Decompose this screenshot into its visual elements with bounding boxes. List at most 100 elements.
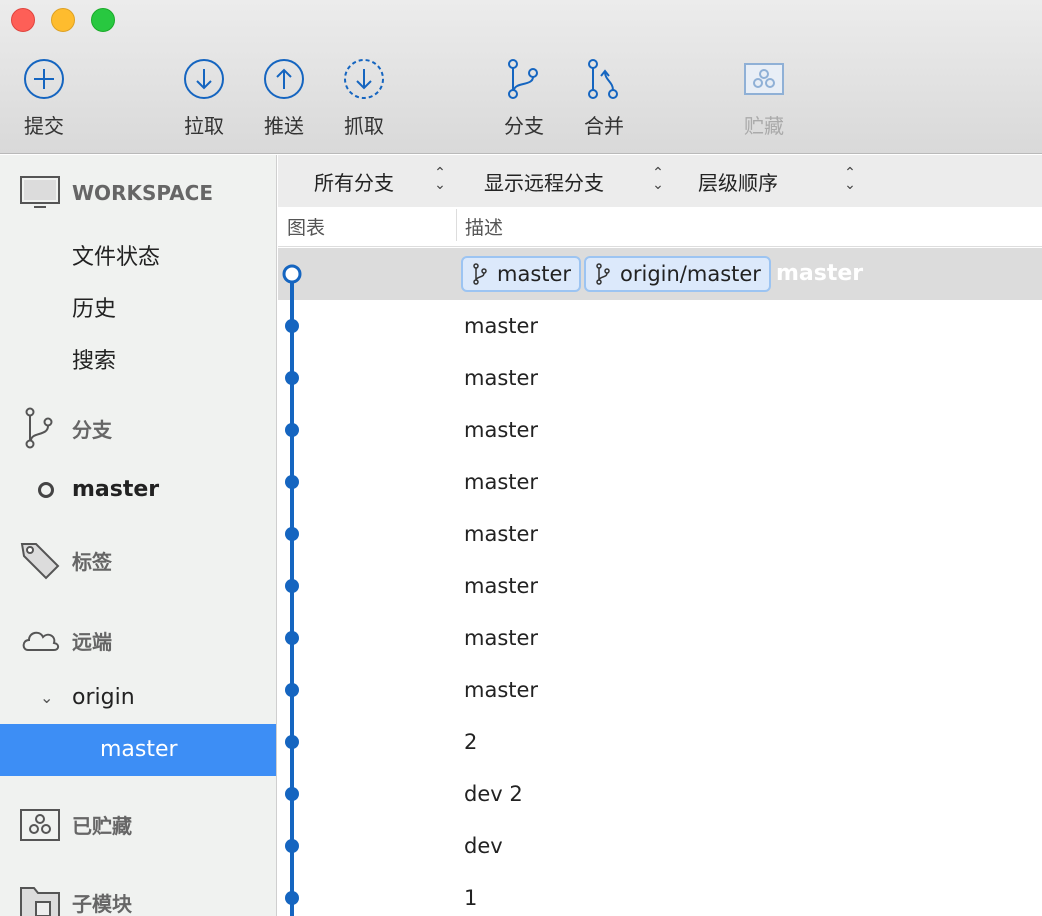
chevron-updown-icon[interactable]: ⌃ ⌄ bbox=[842, 166, 858, 192]
commit-row[interactable]: master bbox=[278, 300, 1042, 352]
monitor-icon bbox=[20, 176, 60, 208]
sidebar-item-origin[interactable]: ⌄ origin bbox=[40, 685, 135, 710]
commit-button[interactable]: 提交 bbox=[4, 56, 84, 139]
workspace-label: WORKSPACE bbox=[72, 181, 214, 205]
chevron-updown-icon[interactable]: ⌃ ⌄ bbox=[432, 166, 448, 192]
local-branch-label: master bbox=[72, 477, 160, 502]
commit-node bbox=[285, 735, 299, 749]
remote-branch-label: master bbox=[100, 737, 178, 762]
commit-row[interactable]: master bbox=[278, 612, 1042, 664]
pull-button[interactable]: 拉取 bbox=[164, 56, 244, 139]
fetch-button[interactable]: 抓取 bbox=[324, 56, 404, 139]
folder-icon bbox=[20, 887, 60, 916]
merge-label: 合并 bbox=[584, 114, 624, 138]
commit-message: dev 2 bbox=[464, 782, 523, 806]
commit-list: master origin/master master master maste… bbox=[278, 248, 1042, 916]
sidebar: WORKSPACE 文件状态 历史 搜索 分支 master 标签 远端 ⌄ o… bbox=[0, 155, 277, 916]
branch-button[interactable]: 分支 bbox=[484, 56, 564, 139]
commit-row[interactable]: master bbox=[278, 456, 1042, 508]
order-filter-select[interactable]: 层级顺序 bbox=[698, 167, 778, 196]
sidebar-item-local-master[interactable]: master bbox=[38, 477, 159, 502]
column-header: 图表 描述 bbox=[278, 207, 1042, 247]
close-window-button[interactable] bbox=[11, 8, 35, 32]
sidebar-item-search[interactable]: 搜索 bbox=[72, 343, 116, 375]
commit-graph bbox=[282, 264, 302, 916]
commit-row[interactable]: master bbox=[278, 664, 1042, 716]
stashes-label: 已贮藏 bbox=[72, 813, 132, 838]
commit-row[interactable]: 1 bbox=[278, 872, 1042, 916]
commit-row[interactable]: 2 bbox=[278, 716, 1042, 768]
commit-node bbox=[285, 683, 299, 697]
stash-icon bbox=[744, 63, 784, 95]
branch-icon bbox=[25, 407, 53, 449]
branch-icon bbox=[508, 59, 538, 99]
arrow-down-dashed-circle-icon bbox=[344, 59, 384, 99]
commit-label: 提交 bbox=[24, 114, 64, 138]
commit-message: master bbox=[464, 418, 539, 442]
chevron-down-icon[interactable]: ⌄ bbox=[40, 688, 60, 707]
commit-row[interactable]: dev bbox=[278, 820, 1042, 872]
push-button[interactable]: 推送 bbox=[244, 56, 324, 139]
commit-message: 1 bbox=[464, 886, 478, 910]
cloud-icon bbox=[22, 631, 60, 651]
stash-icon bbox=[20, 809, 60, 841]
current-branch-icon bbox=[38, 481, 54, 498]
tag-icon bbox=[20, 543, 60, 580]
zoom-window-button[interactable] bbox=[91, 8, 115, 32]
sidebar-remotes-header[interactable]: 远端 bbox=[18, 618, 112, 662]
commit-row[interactable]: dev 2 bbox=[278, 768, 1042, 820]
plus-circle-icon bbox=[24, 59, 64, 99]
commit-node bbox=[285, 527, 299, 541]
commit-message: 2 bbox=[464, 730, 478, 754]
chevron-updown-icon[interactable]: ⌃ ⌄ bbox=[650, 166, 666, 192]
filter-bar: 所有分支 ⌃ ⌄ 显示远程分支 ⌃ ⌄ 层级顺序 ⌃ ⌄ bbox=[278, 155, 1042, 207]
branch-badge-master[interactable]: master bbox=[461, 256, 582, 292]
commit-message: master bbox=[776, 261, 864, 286]
commit-node bbox=[285, 423, 299, 437]
commit-message: master bbox=[464, 470, 539, 494]
arrow-down-circle-icon bbox=[184, 59, 224, 99]
commit-row[interactable]: master bbox=[278, 352, 1042, 404]
branch-filter-select[interactable]: 所有分支 bbox=[314, 167, 394, 196]
sidebar-submodules-header[interactable]: 子模块 bbox=[18, 880, 132, 916]
merge-button[interactable]: 合并 bbox=[564, 56, 644, 139]
graph-column-header[interactable]: 图表 bbox=[287, 213, 325, 240]
commit-row-head[interactable]: master origin/master master bbox=[278, 248, 1042, 300]
commit-message: master bbox=[464, 626, 539, 650]
tags-label: 标签 bbox=[72, 549, 112, 574]
commit-row[interactable]: master bbox=[278, 560, 1042, 612]
sidebar-branches-header[interactable]: 分支 bbox=[18, 406, 112, 450]
commit-message: master bbox=[464, 574, 539, 598]
commit-node bbox=[285, 319, 299, 333]
branch-badge-origin-master[interactable]: origin/master bbox=[584, 256, 771, 292]
sidebar-stashes-header[interactable]: 已贮藏 bbox=[18, 802, 132, 846]
stash-button[interactable]: 贮藏 bbox=[724, 56, 804, 139]
column-divider[interactable] bbox=[456, 209, 457, 241]
commit-row[interactable]: master bbox=[278, 404, 1042, 456]
stash-label: 贮藏 bbox=[744, 114, 784, 138]
branch-badge-label: origin/master bbox=[620, 262, 761, 286]
sidebar-item-origin-master[interactable]: master bbox=[0, 724, 276, 776]
commit-message: master bbox=[464, 366, 539, 390]
commit-node bbox=[285, 631, 299, 645]
commit-message: master bbox=[464, 314, 539, 338]
sidebar-workspace-header[interactable]: WORKSPACE bbox=[18, 171, 213, 215]
commit-node bbox=[285, 579, 299, 593]
commit-row[interactable]: master bbox=[278, 508, 1042, 560]
sidebar-item-file-status[interactable]: 文件状态 bbox=[72, 239, 160, 271]
branch-icon bbox=[473, 263, 487, 285]
fetch-label: 抓取 bbox=[344, 114, 384, 138]
sidebar-tags-header[interactable]: 标签 bbox=[18, 538, 112, 582]
description-column-header[interactable]: 描述 bbox=[465, 213, 503, 240]
branches-label: 分支 bbox=[72, 417, 112, 442]
sidebar-item-history[interactable]: 历史 bbox=[72, 291, 116, 323]
minimize-window-button[interactable] bbox=[51, 8, 75, 32]
commit-message: dev bbox=[464, 834, 503, 858]
toolbar: 提交 拉取 推送 抓取 分支 合并 贮藏 bbox=[0, 0, 1042, 154]
branch-label: 分支 bbox=[504, 114, 544, 138]
commit-node-head bbox=[282, 264, 302, 284]
branch-badge-label: master bbox=[497, 262, 572, 286]
remote-filter-select[interactable]: 显示远程分支 bbox=[484, 167, 604, 196]
branch-icon bbox=[596, 263, 610, 285]
commit-node bbox=[285, 371, 299, 385]
